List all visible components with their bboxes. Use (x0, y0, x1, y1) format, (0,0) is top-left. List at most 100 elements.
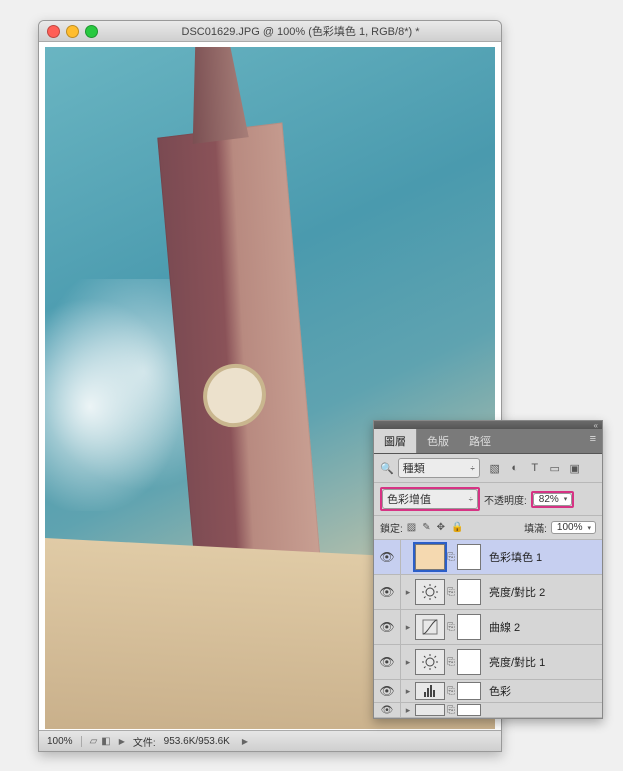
statusbar-more-icon[interactable]: ▶ (242, 737, 248, 746)
expand-icon[interactable]: ▸ (401, 587, 415, 598)
file-size-label: 文件: (133, 734, 156, 749)
filter-adjust-icon[interactable]: ◐ (508, 462, 522, 475)
layer-mask-thumbnail[interactable] (457, 614, 481, 640)
layer-row[interactable]: 👁 ▸ ⎘ 亮度/對比 2 (374, 575, 602, 610)
opacity-dropdown-icon[interactable]: ▾ (562, 495, 570, 503)
lock-fill-row: 鎖定: ▨ ✎ ✥ 🔒 填滿: 100% ▾ (374, 516, 602, 540)
visibility-toggle[interactable]: 👁 (374, 703, 401, 717)
file-size-value: 953.6K/953.6K (164, 736, 230, 747)
lock-transparency-icon[interactable]: ▨ (407, 522, 416, 533)
filter-kind-select[interactable]: 種類 ÷ (398, 458, 480, 478)
visibility-toggle[interactable]: 👁 (374, 575, 401, 609)
filter-smart-icon[interactable]: ▣ (568, 462, 582, 475)
filter-shape-icon[interactable]: ▭ (548, 462, 562, 475)
statusbar-menu-icon[interactable]: ▶ (119, 737, 125, 746)
search-icon: 🔍 (380, 462, 394, 475)
statusbar-icons: ▱ ◧ (90, 736, 111, 747)
brightness-contrast-icon (421, 653, 439, 671)
mask-link-icon[interactable]: ⎘ (446, 552, 456, 563)
fill-input[interactable]: 100% ▾ (551, 521, 596, 534)
layer-name[interactable]: 色彩 (489, 683, 511, 699)
visibility-toggle[interactable]: 👁 (374, 645, 401, 679)
dropdown-icon: ÷ (469, 495, 473, 504)
titlebar[interactable]: DSC01629.JPG @ 100% (色彩填色 1, RGB/8*) * (39, 21, 501, 42)
window-controls (47, 25, 98, 38)
lock-all-icon[interactable]: 🔒 (451, 522, 463, 533)
layer-name[interactable]: 亮度/對比 1 (489, 654, 545, 670)
visibility-toggle[interactable]: 👁 (374, 610, 401, 644)
curves-icon (421, 618, 439, 636)
layer-thumbnail[interactable] (415, 544, 445, 570)
mask-link-icon[interactable]: ⎘ (446, 622, 456, 633)
layer-name[interactable]: 色彩填色 1 (489, 549, 542, 565)
layer-mask-thumbnail[interactable] (457, 682, 481, 700)
image-clock (200, 360, 269, 431)
dropdown-icon: ÷ (470, 464, 474, 473)
layer-name[interactable]: 曲線 2 (489, 619, 520, 635)
panel-menu-icon[interactable]: ≡ (584, 429, 602, 453)
mask-link-icon[interactable]: ⎘ (446, 705, 456, 716)
layer-mask-thumbnail[interactable] (457, 704, 481, 716)
panel-tabs: 圖層 色版 路徑 ≡ (374, 429, 602, 454)
close-window-button[interactable] (47, 25, 60, 38)
layer-thumbnail[interactable] (415, 649, 445, 675)
layer-thumbnail[interactable] (415, 704, 445, 716)
layer-filter-row: 🔍 種類 ÷ ▧ ◐ T ▭ ▣ (374, 454, 602, 483)
layer-row[interactable]: 👁 ▸ ⎘ (374, 703, 602, 718)
lock-paint-icon[interactable]: ✎ (422, 522, 430, 533)
fill-label: 填滿: (524, 520, 547, 535)
statusbar-icon[interactable]: ▱ (90, 736, 98, 747)
blend-mode-value: 色彩增值 (387, 491, 431, 507)
layer-row[interactable]: 👁 ▸ ⎘ 曲線 2 (374, 610, 602, 645)
expand-icon[interactable]: ▸ (401, 686, 415, 697)
filter-kind-label: 種類 (403, 460, 425, 476)
filter-type-icon[interactable]: T (528, 462, 542, 475)
expand-icon[interactable]: ▸ (401, 705, 415, 716)
mask-link-icon[interactable]: ⎘ (446, 657, 456, 668)
fill-dropdown-icon[interactable]: ▾ (585, 524, 593, 532)
filter-pixel-icon[interactable]: ▧ (488, 462, 502, 475)
status-bar: 100% ▱ ◧ ▶ 文件: 953.6K/953.6K ▶ (39, 730, 501, 751)
document-title: DSC01629.JPG @ 100% (色彩填色 1, RGB/8*) * (108, 23, 493, 39)
opacity-value: 82% (536, 494, 562, 505)
blend-mode-highlight: 色彩增值 ÷ (380, 487, 480, 511)
layer-name[interactable]: 亮度/對比 2 (489, 584, 545, 600)
layer-mask-thumbnail[interactable] (457, 579, 481, 605)
lock-position-icon[interactable]: ✥ (437, 522, 445, 533)
lock-label: 鎖定: (380, 520, 403, 535)
tab-paths[interactable]: 路徑 (459, 429, 501, 453)
layers-panel: « 圖層 色版 路徑 ≡ 🔍 種類 ÷ ▧ ◐ T ▭ ▣ 色彩增值 ÷ 不透明… (373, 420, 603, 719)
zoom-level[interactable]: 100% (47, 736, 82, 747)
brightness-contrast-icon (421, 583, 439, 601)
expand-icon[interactable]: ▸ (401, 622, 415, 633)
zoom-window-button[interactable] (85, 25, 98, 38)
layer-row[interactable]: 👁 ⎘ 色彩填色 1 (374, 540, 602, 575)
opacity-highlight: 82% ▾ (531, 491, 575, 508)
tab-channels[interactable]: 色版 (417, 429, 459, 453)
statusbar-icon[interactable]: ◧ (101, 736, 110, 747)
expand-icon[interactable]: ▸ (401, 657, 415, 668)
opacity-label: 不透明度: (484, 492, 527, 507)
filter-type-buttons: ▧ ◐ T ▭ ▣ (488, 462, 582, 475)
layer-thumbnail[interactable] (415, 579, 445, 605)
blend-mode-select[interactable]: 色彩增值 ÷ (382, 489, 478, 509)
panel-grip[interactable]: « (374, 421, 602, 429)
visibility-toggle[interactable]: 👁 (374, 540, 401, 574)
fill-group: 填滿: 100% ▾ (524, 520, 596, 535)
lock-icons: ▨ ✎ ✥ 🔒 (407, 522, 464, 533)
layer-thumbnail[interactable] (415, 682, 445, 700)
minimize-window-button[interactable] (66, 25, 79, 38)
mask-link-icon[interactable]: ⎘ (446, 686, 456, 697)
fill-value: 100% (554, 522, 586, 533)
layer-mask-thumbnail[interactable] (457, 544, 481, 570)
layer-mask-thumbnail[interactable] (457, 649, 481, 675)
visibility-toggle[interactable]: 👁 (374, 680, 401, 702)
tab-layers[interactable]: 圖層 (374, 429, 417, 453)
mask-link-icon[interactable]: ⎘ (446, 587, 456, 598)
layer-row[interactable]: 👁 ▸ ⎘ 色彩 (374, 680, 602, 703)
blend-opacity-row: 色彩增值 ÷ 不透明度: 82% ▾ (374, 483, 602, 516)
layer-thumbnail[interactable] (415, 614, 445, 640)
opacity-input[interactable]: 82% ▾ (533, 493, 573, 506)
layers-list: 👁 ⎘ 色彩填色 1 👁 ▸ ⎘ 亮度/對比 2 👁 ▸ (374, 540, 602, 718)
layer-row[interactable]: 👁 ▸ ⎘ 亮度/對比 1 (374, 645, 602, 680)
